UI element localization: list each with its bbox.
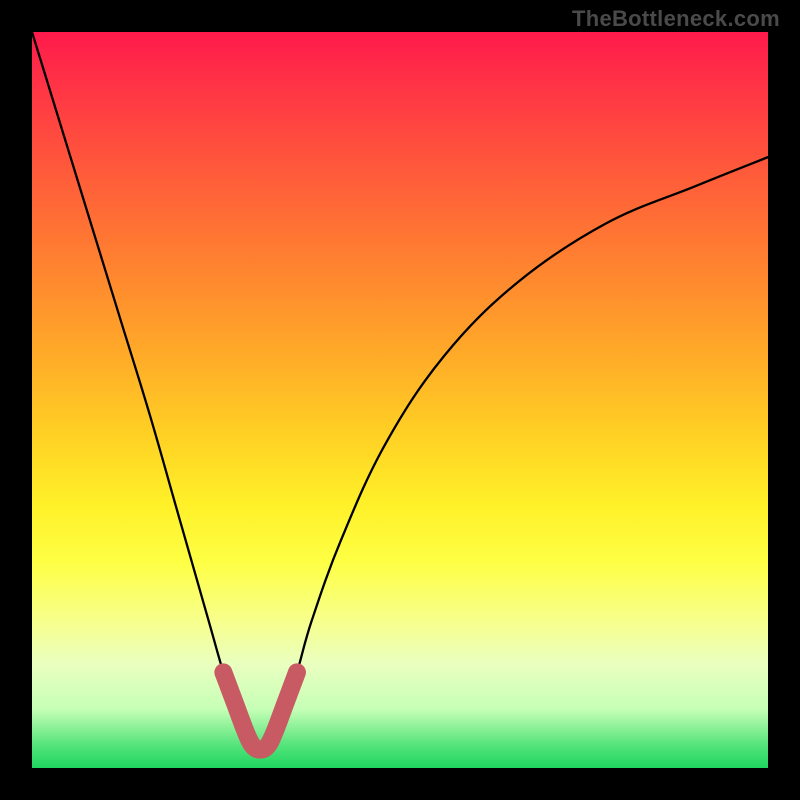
main-curve (32, 32, 768, 757)
plot-area (32, 32, 768, 768)
trough-highlight (223, 672, 297, 749)
watermark-text: TheBottleneck.com (572, 6, 780, 32)
chart-frame: TheBottleneck.com (0, 0, 800, 800)
curve-svg (32, 32, 768, 768)
